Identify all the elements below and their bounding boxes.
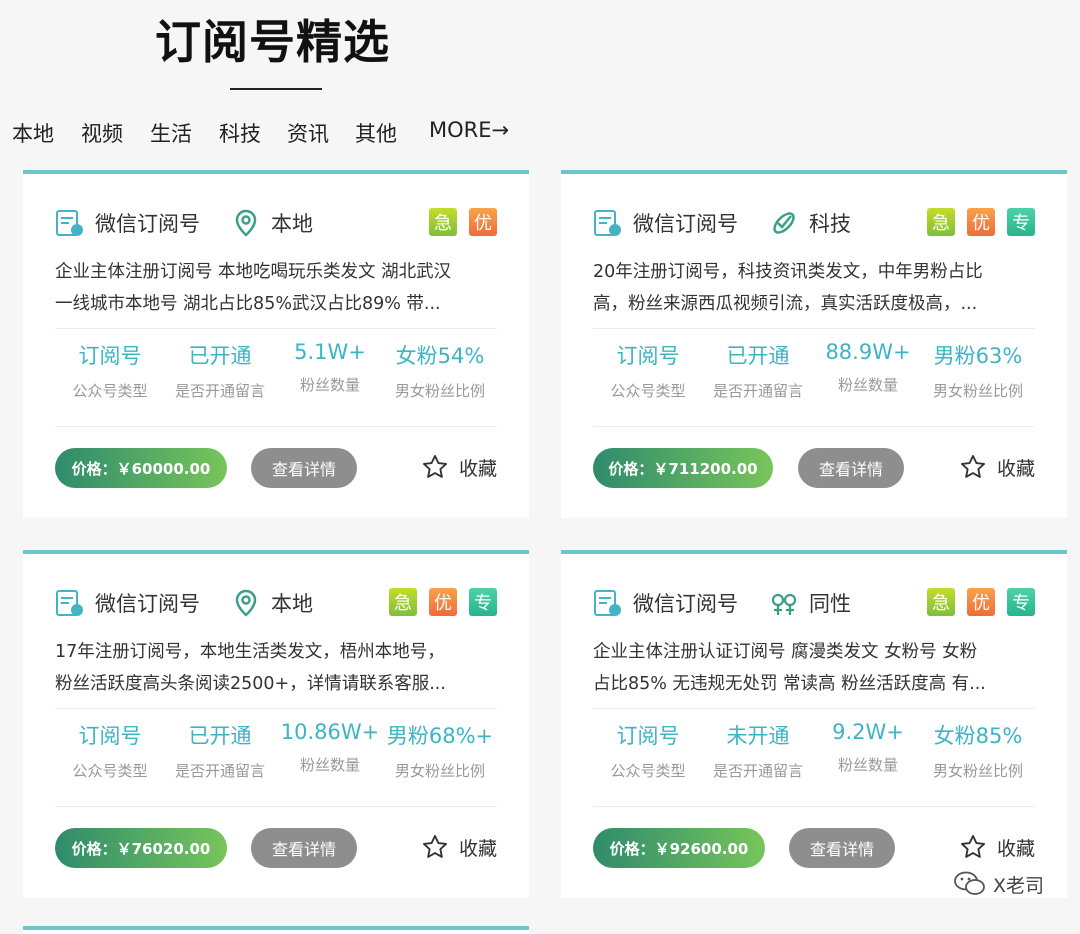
account-card: 微信订阅号 本地 急 优 企业主体注册订阅号 本地吃喝玩乐类发文 湖北武汉 一线… [23, 170, 529, 518]
urgent-badge: 急 [927, 588, 955, 616]
price-button[interactable]: 价格：￥76020.00 [55, 828, 227, 868]
stat-gender-ratio: 男粉63% 男女粉丝比例 [932, 344, 1023, 400]
title-underline [230, 88, 322, 90]
stat-fans: 10.86W+ 粉丝数量 [280, 720, 380, 774]
stats-row: 订阅号 公众号类型 已开通 是否开通留言 10.86W+ 粉丝数量 男粉68%+ 男女粉… [55, 720, 497, 790]
stat-comments: 未开通 是否开通留言 [712, 724, 803, 780]
stat-comments: 已开通 是否开通留言 [712, 344, 803, 400]
description: 20年注册订阅号，科技资讯类发文，中年男粉占比 高，粉丝来源西瓜视频引流，真实活… [593, 262, 983, 314]
view-details-button[interactable]: 查看详情 [798, 448, 904, 488]
favorite-button[interactable]: 收藏 [421, 833, 497, 861]
divider [55, 708, 497, 709]
category-label: 本地 [271, 592, 313, 616]
divider [593, 426, 1035, 427]
location-pin-icon [235, 589, 257, 617]
wechat-icon [954, 871, 985, 895]
category-label: 同性 [809, 592, 851, 616]
special-badge: 专 [469, 588, 497, 616]
account-card: 微信订阅号 科技 急 优 专 20年注册订阅号，科技资讯类发文，中年男粉占比 高… [561, 170, 1067, 518]
favorite-button[interactable]: 收藏 [959, 453, 1035, 481]
star-icon [960, 834, 986, 858]
star-icon [422, 454, 448, 478]
stat-type: 订阅号 公众号类型 [610, 344, 686, 400]
category-label: 本地 [271, 212, 313, 236]
description: 企业主体注册订阅号 本地吃喝玩乐类发文 湖北武汉 一线城市本地号 湖北占比85%… [55, 262, 452, 314]
stat-comments: 已开通 是否开通留言 [174, 724, 265, 780]
star-icon [960, 454, 986, 478]
divider [593, 328, 1035, 329]
page-title: 订阅号精选 [155, 15, 390, 69]
nav-item-more[interactable]: MORE→ [429, 118, 509, 142]
urgent-badge: 急 [429, 208, 457, 236]
view-details-button[interactable]: 查看详情 [251, 448, 357, 488]
special-badge: 专 [1007, 208, 1035, 236]
divider [593, 708, 1035, 709]
nav-item-local[interactable]: 本地 [12, 118, 54, 148]
stat-fans: 5.1W+ 粉丝数量 [294, 340, 366, 394]
premium-badge: 优 [429, 588, 457, 616]
nav-item-news[interactable]: 资讯 [287, 118, 329, 148]
view-details-button[interactable]: 查看详情 [789, 828, 895, 868]
platform-label: 微信订阅号 [95, 212, 200, 236]
stat-fans: 9.2W+ 粉丝数量 [832, 720, 904, 774]
description: 企业主体注册认证订阅号 腐漫类发文 女粉号 女粉 占比85% 无违规无处罚 常读… [593, 642, 986, 694]
stats-row: 订阅号 公众号类型 未开通 是否开通留言 9.2W+ 粉丝数量 女粉85% 男女粉丝比例 [593, 720, 1035, 790]
stat-gender-ratio: 女粉85% 男女粉丝比例 [932, 724, 1023, 780]
category-label: 科技 [809, 212, 851, 236]
stat-gender-ratio: 女粉54% 男女粉丝比例 [394, 344, 485, 400]
stat-fans: 88.9W+ 粉丝数量 [825, 340, 911, 394]
subscription-doc-icon [594, 210, 621, 236]
location-pin-icon [235, 209, 257, 237]
nav-item-other[interactable]: 其他 [355, 118, 397, 148]
divider [55, 328, 497, 329]
subscription-doc-icon [56, 590, 83, 616]
premium-badge: 优 [967, 208, 995, 236]
divider [55, 806, 497, 807]
stat-type: 订阅号 公众号类型 [72, 344, 148, 400]
price-button[interactable]: 价格：￥92600.00 [593, 828, 765, 868]
category-nav: 本地 视频 生活 科技 资讯 其他 MORE→ [12, 118, 1080, 148]
price-button[interactable]: 价格：￥711200.00 [593, 448, 773, 488]
tech-icon [773, 212, 795, 234]
nav-item-life[interactable]: 生活 [150, 118, 192, 148]
star-icon [422, 834, 448, 858]
divider [593, 806, 1035, 807]
stats-row: 订阅号 公众号类型 已开通 是否开通留言 5.1W+ 粉丝数量 女粉54% 男女粉丝比例 [55, 340, 497, 410]
subscription-doc-icon [56, 210, 83, 236]
nav-item-video[interactable]: 视频 [81, 118, 123, 148]
urgent-badge: 急 [927, 208, 955, 236]
special-badge: 专 [1007, 588, 1035, 616]
favorite-button[interactable]: 收藏 [421, 453, 497, 481]
stat-gender-ratio: 男粉68%+ 男女粉丝比例 [386, 724, 494, 780]
account-card-partial [23, 926, 529, 934]
price-button[interactable]: 价格：￥60000.00 [55, 448, 227, 488]
stat-type: 订阅号 公众号类型 [72, 724, 148, 780]
platform-label: 微信订阅号 [95, 592, 200, 616]
view-details-button[interactable]: 查看详情 [251, 828, 357, 868]
premium-badge: 优 [469, 208, 497, 236]
urgent-badge: 急 [389, 588, 417, 616]
premium-badge: 优 [967, 588, 995, 616]
platform-label: 微信订阅号 [633, 592, 738, 616]
stats-row: 订阅号 公众号类型 已开通 是否开通留言 88.9W+ 粉丝数量 男粉63% 男女粉丝比… [593, 340, 1035, 410]
subscription-doc-icon [594, 590, 621, 616]
description: 17年注册订阅号，本地生活类发文，梧州本地号， 粉丝活跃度高头条阅读2500+，… [55, 642, 446, 694]
account-card: 微信订阅号 本地 急 优 专 17年注册订阅号，本地生活类发文，梧州本地号， 粉… [23, 550, 529, 898]
watermark: X老司 [953, 870, 1044, 898]
favorite-button[interactable]: 收藏 [959, 833, 1035, 861]
nav-item-tech[interactable]: 科技 [219, 118, 261, 148]
stat-comments: 已开通 是否开通留言 [174, 344, 265, 400]
gender-icon [771, 593, 797, 615]
divider [55, 426, 497, 427]
stat-type: 订阅号 公众号类型 [610, 724, 686, 780]
platform-label: 微信订阅号 [633, 212, 738, 236]
account-card: 微信订阅号 同性 急 优 专 企业主体注册认证订阅号 腐漫类发文 女粉号 女粉 … [561, 550, 1067, 898]
